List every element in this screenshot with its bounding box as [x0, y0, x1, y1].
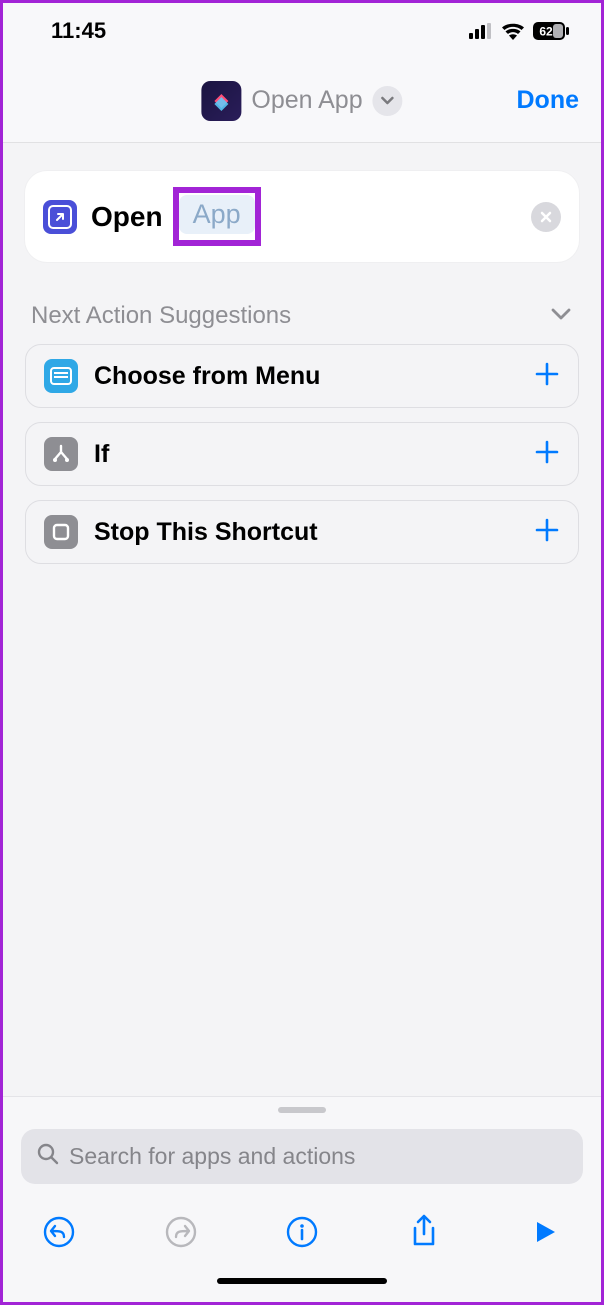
drag-handle[interactable] [278, 1107, 326, 1113]
chevron-down-icon [381, 96, 395, 106]
open-app-action-card[interactable]: Open App [25, 171, 579, 262]
header-dropdown-button[interactable] [373, 86, 403, 116]
plus-icon [534, 361, 560, 387]
suggestion-choose-from-menu[interactable]: Choose from Menu [25, 344, 579, 408]
suggestion-label: If [94, 440, 109, 469]
cellular-icon [469, 23, 493, 39]
search-icon [37, 1143, 59, 1170]
header-title: Open App [251, 86, 362, 115]
home-indicator[interactable] [217, 1278, 387, 1284]
search-placeholder: Search for apps and actions [69, 1143, 355, 1170]
undo-icon [42, 1215, 76, 1249]
play-icon [531, 1218, 559, 1246]
run-button[interactable] [525, 1212, 565, 1252]
info-button[interactable] [282, 1212, 322, 1252]
suggestion-label: Stop This Shortcut [94, 518, 318, 547]
redo-icon [164, 1215, 198, 1249]
suggestions-header[interactable]: Next Action Suggestions [25, 302, 579, 344]
branch-icon [44, 437, 78, 471]
bottom-toolbar [21, 1184, 583, 1264]
app-parameter-highlight: App [173, 187, 261, 246]
action-open-label: Open [91, 201, 163, 233]
done-button[interactable]: Done [517, 86, 580, 115]
share-icon [409, 1214, 439, 1250]
close-icon [539, 210, 553, 224]
action-text: Open App [91, 187, 261, 246]
nav-header: Open App Done [3, 59, 601, 143]
svg-text:62: 62 [539, 25, 553, 39]
menu-icon [44, 359, 78, 393]
status-time: 11:45 [51, 18, 106, 44]
status-indicators: 62 [469, 22, 569, 40]
search-input[interactable]: Search for apps and actions [21, 1129, 583, 1184]
bottom-panel: Search for apps and actions [3, 1096, 601, 1302]
chevron-down-icon [549, 306, 573, 327]
suggestions-title: Next Action Suggestions [31, 302, 291, 330]
remove-action-button[interactable] [531, 202, 561, 232]
app-parameter-chip[interactable]: App [179, 195, 255, 234]
battery-icon: 62 [533, 22, 569, 40]
add-suggestion-button[interactable] [534, 360, 560, 392]
share-button[interactable] [404, 1212, 444, 1252]
plus-icon [534, 517, 560, 543]
suggestion-stop-shortcut[interactable]: Stop This Shortcut [25, 500, 579, 564]
redo-button [161, 1212, 201, 1252]
status-bar: 11:45 62 [3, 3, 601, 59]
header-title-group[interactable]: Open App [201, 81, 402, 121]
undo-button[interactable] [39, 1212, 79, 1252]
suggestion-if[interactable]: If [25, 422, 579, 486]
info-icon [285, 1215, 319, 1249]
suggestion-label: Choose from Menu [94, 362, 320, 391]
plus-icon [534, 439, 560, 465]
wifi-icon [501, 22, 525, 40]
add-suggestion-button[interactable] [534, 516, 560, 548]
shortcuts-app-icon [201, 81, 241, 121]
stop-icon [44, 515, 78, 549]
add-suggestion-button[interactable] [534, 438, 560, 470]
open-app-icon [43, 200, 77, 234]
